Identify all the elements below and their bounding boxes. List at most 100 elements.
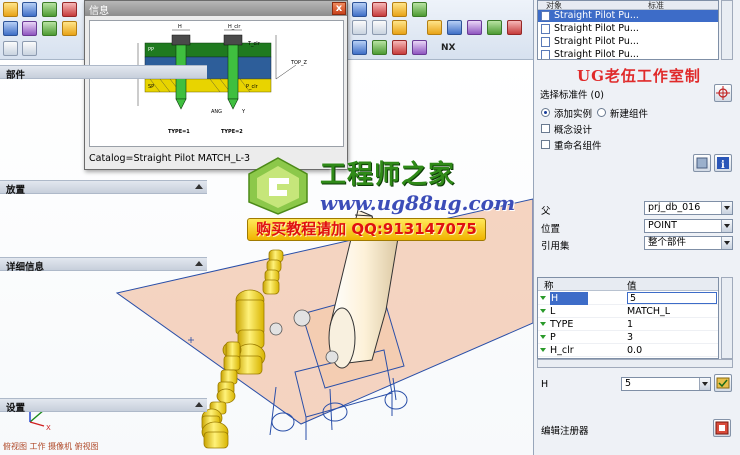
mold-wizard-icon[interactable] bbox=[352, 2, 367, 17]
section-details[interactable]: 详细信息 bbox=[0, 257, 207, 273]
diagram-type2-label: TYPE=2 bbox=[221, 129, 243, 135]
view-status-text: 俯视图 工作 摄像机 俯视图 bbox=[3, 442, 99, 451]
position-select[interactable]: POINT bbox=[644, 219, 733, 233]
radio-new-component[interactable] bbox=[597, 108, 606, 117]
close-part-icon[interactable] bbox=[62, 2, 77, 17]
table-row[interactable]: P3 bbox=[538, 331, 718, 344]
component-icon[interactable] bbox=[62, 21, 77, 36]
catalog-row[interactable]: Straight Pilot Pu... bbox=[538, 49, 718, 59]
chevron-down-icon bbox=[721, 237, 732, 249]
open-icon[interactable] bbox=[3, 2, 18, 17]
catalog-row[interactable]: Straight Pilot Pu... bbox=[538, 23, 718, 35]
select-standard-button[interactable] bbox=[714, 84, 732, 102]
check-concept-design[interactable] bbox=[541, 124, 550, 133]
svg-text:X: X bbox=[46, 424, 51, 432]
svg-text:i: i bbox=[721, 160, 725, 171]
collapse-icon bbox=[195, 261, 203, 266]
check-icon[interactable] bbox=[372, 20, 387, 35]
catalog-text: Catalog=Straight Pilot MATCH_L-3 bbox=[89, 153, 251, 164]
watermark-panel-text: UG老伍工作室制 bbox=[577, 67, 701, 85]
analysis-icon[interactable] bbox=[352, 20, 367, 35]
details-grid[interactable]: 称 值 H 5 L MATCH_L TYPE 1 P3 H_clr 0.0 bbox=[537, 277, 719, 359]
point-icon[interactable] bbox=[372, 40, 387, 55]
diagram-label-pclr: P_clr bbox=[246, 84, 259, 90]
sprue-icon[interactable] bbox=[412, 2, 427, 17]
save-icon[interactable] bbox=[22, 2, 37, 17]
col-name: 称 bbox=[544, 281, 554, 292]
document-icon bbox=[541, 11, 550, 21]
layer-icon[interactable] bbox=[22, 21, 37, 36]
insert-icon[interactable] bbox=[487, 20, 502, 35]
diagram-label-hclr: H_clr bbox=[228, 24, 241, 30]
slider-icon[interactable] bbox=[467, 20, 482, 35]
catalog-table-header: 对象 标准 bbox=[538, 1, 718, 10]
diagram-label-y: Y bbox=[241, 109, 246, 115]
registry-icon bbox=[715, 421, 729, 435]
diagram-layer-pp: PP bbox=[148, 47, 154, 53]
refset-label: 引用集 bbox=[541, 241, 570, 252]
diagram-type1-label: TYPE=1 bbox=[168, 129, 190, 135]
parent-select[interactable]: prj_db_016 bbox=[644, 201, 733, 215]
reset-button[interactable] bbox=[693, 154, 711, 172]
section-settings[interactable]: 设置 bbox=[0, 398, 207, 414]
details-vscrollbar[interactable] bbox=[721, 277, 733, 359]
close-button[interactable]: x bbox=[332, 2, 346, 15]
table-row[interactable]: H 5 bbox=[538, 292, 718, 305]
apply-value-button[interactable] bbox=[714, 374, 732, 392]
select-icon[interactable] bbox=[3, 41, 18, 56]
info-dialog: 信息 x H H_clr T_clr TOP_Z P_clr ANG Y PP … bbox=[84, 0, 348, 170]
diagram-label-h: H bbox=[178, 24, 182, 30]
edit-registry-button[interactable] bbox=[713, 419, 731, 437]
radio-add-instance-label: 添加实例 bbox=[554, 109, 593, 120]
reset-icon bbox=[696, 157, 708, 169]
grid-value-input[interactable]: 5 bbox=[627, 292, 717, 304]
parent-label: 父 bbox=[541, 206, 551, 217]
select-standard-label: 选择标准件 (0) bbox=[540, 90, 604, 101]
cooling-icon[interactable] bbox=[427, 20, 442, 35]
ejector-icon[interactable] bbox=[447, 20, 462, 35]
refset-select[interactable]: 整个部件 bbox=[644, 236, 733, 250]
diagram-label-tclr: T_clr bbox=[247, 41, 261, 47]
chevron-down-icon bbox=[721, 220, 732, 232]
assembly-icon[interactable] bbox=[42, 21, 57, 36]
h-value-select[interactable]: 5 bbox=[621, 377, 711, 391]
details-grid-header: 称 值 bbox=[538, 278, 718, 292]
catalog-row[interactable]: Straight Pilot Pu... bbox=[538, 10, 718, 22]
view-icon[interactable] bbox=[3, 21, 18, 36]
section-placement[interactable]: 放置 bbox=[0, 180, 207, 196]
details-hscrollbar[interactable] bbox=[537, 359, 733, 368]
datum-icon[interactable] bbox=[392, 40, 407, 55]
check-rename-component-label: 重命名组件 bbox=[554, 141, 602, 152]
radio-add-instance[interactable] bbox=[541, 108, 550, 117]
document-icon bbox=[541, 50, 550, 59]
bom-icon[interactable] bbox=[392, 20, 407, 35]
mold-tools-icon[interactable] bbox=[372, 2, 387, 17]
table-row[interactable]: H_clr 0.0 bbox=[538, 344, 718, 357]
watermark-badge: 购买教程请加 QQ:913147075 bbox=[247, 218, 486, 241]
watermark-logo-icon bbox=[248, 157, 308, 215]
collapse-icon bbox=[195, 184, 203, 189]
catalog-table[interactable]: 对象 标准 Straight Pilot Pu... Straight Pilo… bbox=[537, 0, 719, 60]
info-button[interactable]: i bbox=[714, 154, 732, 172]
crosshair-icon bbox=[716, 86, 730, 100]
diagram-layer-sp: SP bbox=[148, 84, 154, 90]
apply-icon bbox=[716, 377, 730, 389]
filter-icon[interactable] bbox=[22, 41, 37, 56]
check-concept-design-label: 概念设计 bbox=[554, 125, 593, 136]
plane-icon[interactable] bbox=[412, 40, 427, 55]
info-icon: i bbox=[717, 157, 729, 171]
catalog-scrollbar[interactable] bbox=[721, 0, 733, 60]
col-value: 值 bbox=[627, 281, 637, 292]
table-row[interactable]: TYPE 1 bbox=[538, 318, 718, 331]
edit-icon[interactable] bbox=[42, 2, 57, 17]
catalog-row[interactable]: Straight Pilot Pu... bbox=[538, 36, 718, 48]
info-titlebar[interactable]: 信息 x bbox=[85, 1, 347, 17]
table-row[interactable]: L MATCH_L bbox=[538, 305, 718, 318]
watermark-title: 工程师之家 bbox=[320, 160, 456, 190]
section-part[interactable]: 部件 bbox=[0, 65, 207, 81]
check-rename-component[interactable] bbox=[541, 140, 550, 149]
wcs-icon[interactable] bbox=[352, 40, 367, 55]
standard-part-icon[interactable] bbox=[392, 2, 407, 17]
pocket-icon[interactable] bbox=[507, 20, 522, 35]
chevron-down-icon bbox=[699, 378, 710, 390]
